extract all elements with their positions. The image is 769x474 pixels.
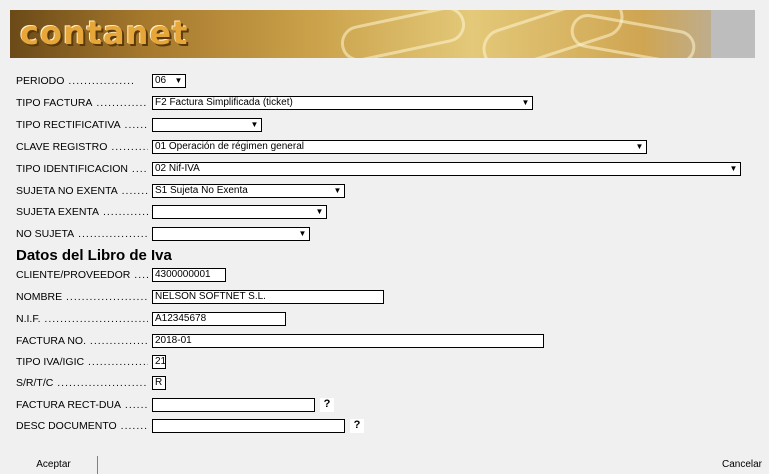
srtc-input[interactable]: R xyxy=(152,376,166,390)
sujeta-exenta-select[interactable]: ▼ xyxy=(152,205,327,219)
puzzle-decoration xyxy=(568,11,698,58)
desc-documento-help-button[interactable]: ? xyxy=(350,419,364,433)
label-tipo-rectificativa: TIPO RECTIFICATIVA ........ xyxy=(16,119,148,131)
desc-documento-input[interactable] xyxy=(152,419,345,433)
chevron-down-icon[interactable]: ▼ xyxy=(634,142,645,152)
periodo-select[interactable]: 06 ▼ xyxy=(152,74,186,88)
label-tipo-iva: TIPO IVA/IGIC ...................... xyxy=(16,356,148,368)
header-banner: contanet xyxy=(10,10,755,58)
tipo-identificacion-select[interactable]: 02 Nif-IVA ▼ xyxy=(152,162,741,176)
chevron-down-icon[interactable]: ▼ xyxy=(520,98,531,108)
label-nombre: NOMBRE ........................... xyxy=(16,291,148,303)
label-clave-registro: CLAVE REGISTRO ............. xyxy=(16,141,148,153)
chevron-down-icon[interactable]: ▼ xyxy=(249,120,260,130)
section-title-libro-iva: Datos del Libro de Iva xyxy=(16,247,172,264)
chevron-down-icon[interactable]: ▼ xyxy=(332,186,343,196)
label-factura-rect-dua: FACTURA RECT-DUA ......... xyxy=(16,399,148,411)
chevron-down-icon[interactable]: ▼ xyxy=(297,229,308,239)
factura-no-input[interactable]: 2018-01 xyxy=(152,334,544,348)
accept-button[interactable]: Aceptar xyxy=(10,456,98,474)
tipo-iva-input[interactable]: 21 xyxy=(152,355,166,369)
contanet-logo: contanet xyxy=(20,14,189,52)
label-no-sujeta: NO SUJETA ........................ xyxy=(16,228,148,240)
label-cliente-proveedor: CLIENTE/PROVEEDOR ........ xyxy=(16,269,148,281)
factura-rect-dua-input[interactable] xyxy=(152,398,315,412)
label-desc-documento: DESC DOCUMENTO .......... xyxy=(16,420,148,432)
label-sujeta-no-exenta: SUJETA NO EXENTA .......... xyxy=(16,185,148,197)
label-tipo-identificacion: TIPO IDENTIFICACION ....... xyxy=(16,163,148,175)
label-sujeta-exenta: SUJETA EXENTA ............... xyxy=(16,206,148,218)
no-sujeta-select[interactable]: ▼ xyxy=(152,227,310,241)
sujeta-no-exenta-select[interactable]: S1 Sujeta No Exenta ▼ xyxy=(152,184,345,198)
label-periodo: PERIODO ................. xyxy=(16,75,135,87)
puzzle-decoration xyxy=(337,10,469,58)
header-right-panel xyxy=(711,10,755,58)
chevron-down-icon[interactable]: ▼ xyxy=(728,164,739,174)
chevron-down-icon[interactable]: ▼ xyxy=(314,207,325,217)
label-srtc: S/R/T/C ............................. xyxy=(16,377,148,389)
tipo-factura-select[interactable]: F2 Factura Simplificada (ticket) ▼ xyxy=(152,96,533,110)
clave-registro-select[interactable]: 01 Operación de régimen general ▼ xyxy=(152,140,647,154)
tipo-rectificativa-select[interactable]: ▼ xyxy=(152,118,262,132)
label-factura-no: FACTURA NO. ...................... xyxy=(16,335,148,347)
nif-input[interactable]: A12345678 xyxy=(152,312,286,326)
chevron-down-icon[interactable]: ▼ xyxy=(173,76,184,86)
cancel-button[interactable]: Cancelar xyxy=(682,456,762,474)
factura-rect-help-button[interactable]: ? xyxy=(320,398,334,412)
label-nif: N.I.F. .................................… xyxy=(16,313,148,325)
cliente-proveedor-input[interactable]: 4300000001 xyxy=(152,268,226,282)
nombre-input[interactable]: NELSON SOFTNET S.L. xyxy=(152,290,384,304)
label-tipo-factura: TIPO FACTURA ............... xyxy=(16,97,148,109)
